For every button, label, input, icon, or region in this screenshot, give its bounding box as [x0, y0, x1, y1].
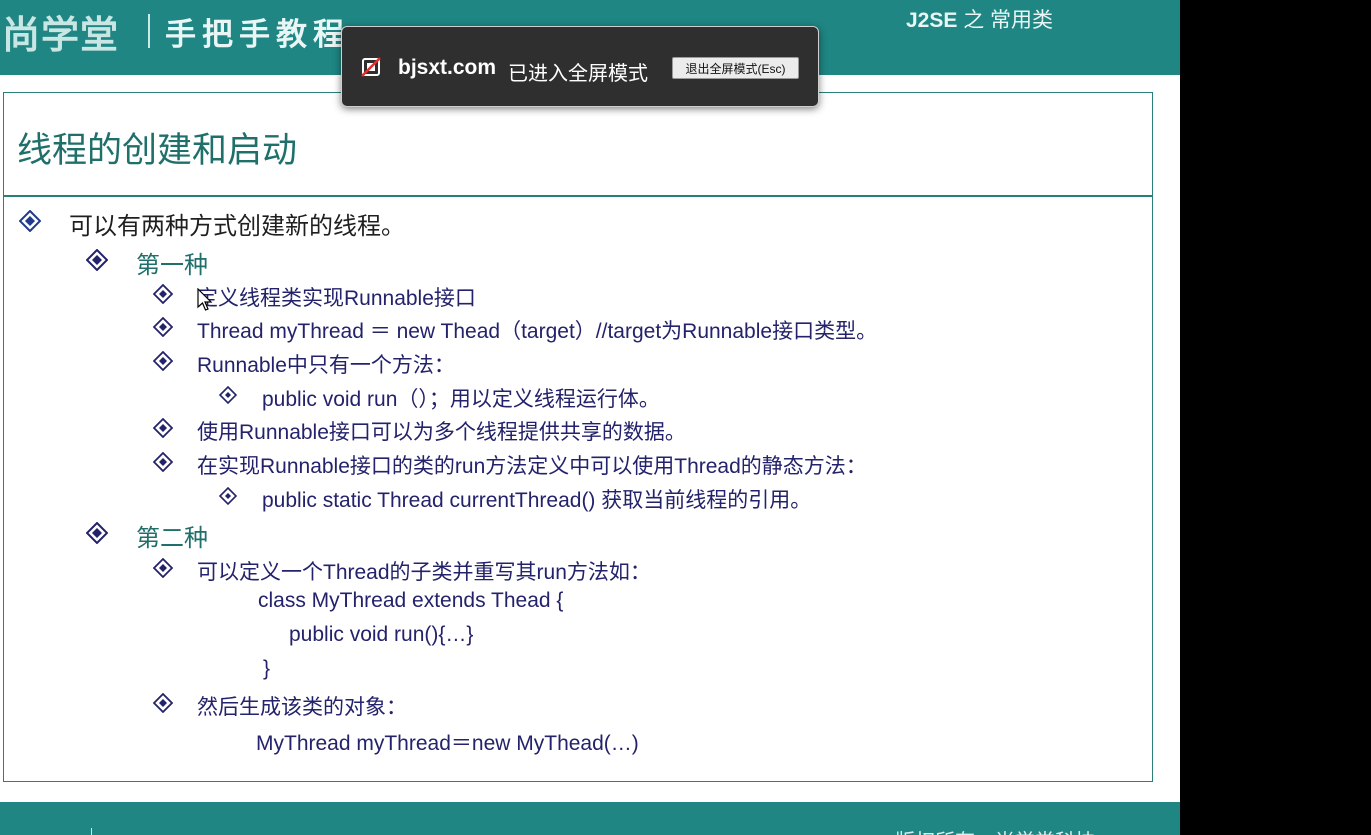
- slide-title: 线程的创建和启动: [17, 131, 298, 171]
- code-line: MyThread myThread＝new MyThead(…): [256, 732, 639, 755]
- diamond-bullet-icon: [219, 386, 237, 404]
- diamond-bullet-icon: [86, 249, 108, 271]
- bullet-text: Thread myThread ＝ new Thead（target）//tar…: [197, 320, 878, 343]
- diamond-bullet-icon: [86, 522, 108, 544]
- code-line: class MyThread extends Thead {: [258, 589, 564, 612]
- bullet-text: Runnable中只有一个方法：: [197, 354, 455, 377]
- bullet-text: 第二种: [136, 525, 208, 552]
- bullet-text: 第一种: [136, 252, 208, 279]
- header-divider: [148, 14, 150, 48]
- bullet-text: 然后生成该类的对象：: [197, 696, 407, 719]
- brand-logo: 尚学堂: [2, 13, 120, 57]
- diamond-bullet-icon: [153, 351, 173, 371]
- footer-divider: [91, 828, 92, 835]
- bullet-text: public static Thread currentThread() 获取当…: [262, 489, 812, 512]
- fullscreen-blocked-icon: [360, 56, 382, 83]
- diamond-bullet-icon: [153, 418, 173, 438]
- toast-domain: bjsxt.com: [398, 56, 497, 79]
- diamond-bullet-icon: [153, 317, 173, 337]
- slide: 尚学堂 手把手教程 J2SE 之 常用类 线程的创建和启动 可以有两种方式创建新…: [0, 0, 1180, 835]
- diamond-bullet-icon: [153, 558, 173, 578]
- header-motto: 手把手教程: [165, 17, 350, 52]
- slide-footer-bar: 版权所有：尚学堂科技: [0, 802, 1180, 835]
- diamond-bullet-icon: [153, 284, 173, 304]
- toast-message: 已进入全屏模式: [508, 63, 648, 85]
- fullscreen-notification: bjsxt.com 已进入全屏模式 退出全屏模式(Esc): [341, 26, 819, 107]
- exit-fullscreen-button[interactable]: 退出全屏模式(Esc): [672, 57, 799, 79]
- course-prefix: J2SE: [906, 9, 958, 32]
- title-divider: [3, 195, 1152, 197]
- footer-text: 版权所有：尚学堂科技: [895, 825, 1095, 835]
- code-line: public void run(){…}: [289, 623, 474, 646]
- bullet-text: 使用Runnable接口可以为多个线程提供共享的数据。: [197, 421, 686, 444]
- bullet-text: 在实现Runnable接口的类的run方法定义中可以使用Thread的静态方法：: [197, 455, 867, 478]
- course-title: J2SE 之 常用类: [906, 4, 1053, 34]
- diamond-bullet-icon: [153, 452, 173, 472]
- diamond-bullet-icon: [219, 487, 237, 505]
- bullet-text: public void run（）；用以定义线程运行体。: [262, 388, 660, 411]
- bullet-text: 可以定义一个Thread的子类并重写其run方法如：: [197, 561, 651, 584]
- diamond-bullet-icon: [19, 210, 41, 232]
- code-line: }: [263, 657, 271, 680]
- course-suffix: 之 常用类: [963, 9, 1054, 32]
- diamond-bullet-icon: [153, 693, 173, 713]
- mouse-pointer-icon: [197, 287, 213, 317]
- bullet-text: 可以有两种方式创建新的线程。: [69, 213, 405, 240]
- bullet-text: 定义线程类实现Runnable接口: [197, 287, 476, 310]
